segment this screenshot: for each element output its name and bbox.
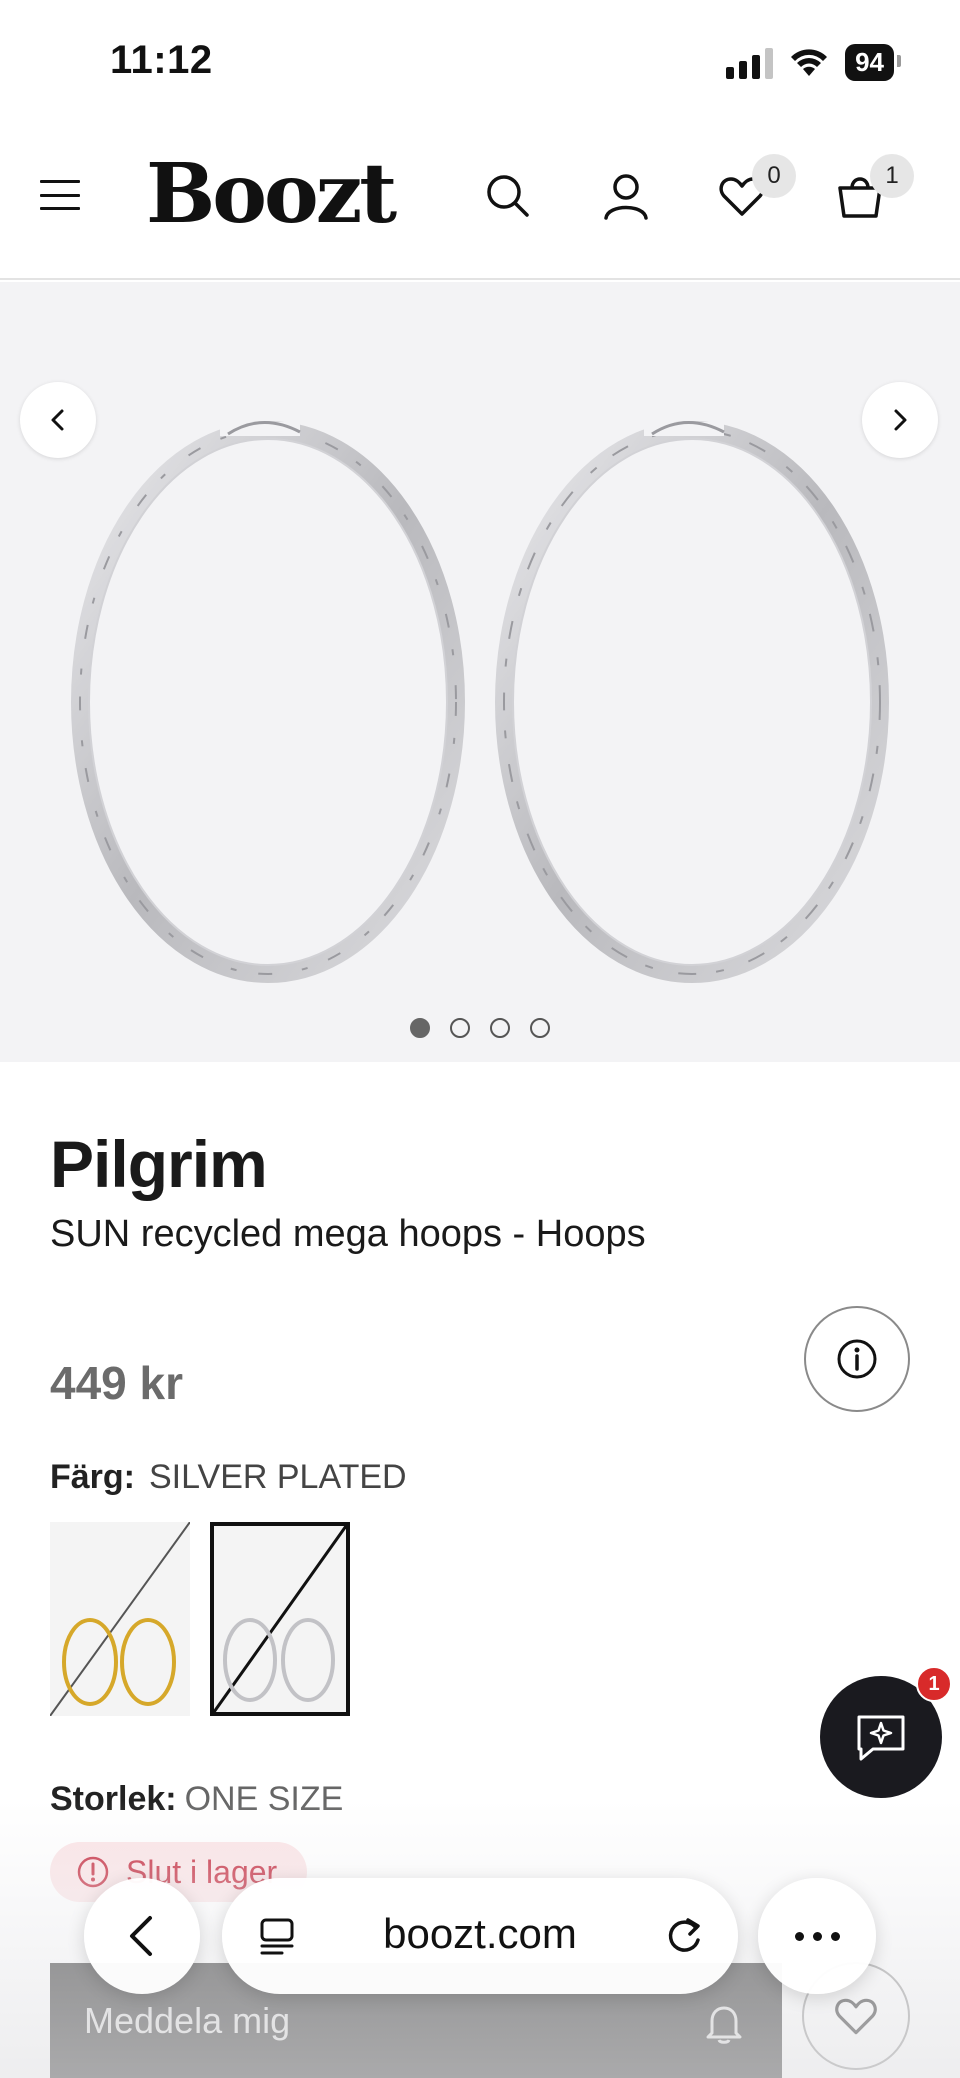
account-icon[interactable] (600, 170, 652, 222)
color-value: SILVER PLATED (149, 1458, 407, 1496)
cart-count-badge: 1 (870, 154, 914, 198)
browser-more-button[interactable] (758, 1878, 876, 1994)
gallery-dot[interactable] (490, 1018, 510, 1038)
bell-icon (706, 2006, 742, 2044)
search-icon[interactable] (482, 170, 534, 222)
gallery-pagination (0, 1018, 960, 1038)
status-bar: 11:12 94 (0, 0, 960, 120)
product-info-button[interactable] (804, 1306, 910, 1412)
status-time: 11:12 (110, 38, 213, 82)
more-dot (812, 1931, 822, 1941)
battery-icon: 94 (845, 44, 901, 81)
color-swatch-silver[interactable] (210, 1522, 350, 1716)
chevron-left-icon (51, 409, 64, 431)
info-icon (837, 1339, 877, 1379)
chat-sparkle-icon (857, 1715, 905, 1761)
wishlist-count-badge: 0 (752, 154, 796, 198)
notify-me-label: Meddela mig (84, 1999, 291, 2041)
product-image (71, 421, 889, 983)
url-text[interactable]: boozt.com (222, 1910, 738, 1958)
gallery-next-button[interactable] (862, 382, 938, 458)
size-label: Storlek: (50, 1780, 177, 1818)
gallery-prev-button[interactable] (20, 382, 96, 458)
heart-icon (835, 1998, 877, 2035)
color-selector-label: Färg: SILVER PLATED (50, 1458, 407, 1497)
chevron-right-icon (894, 409, 907, 431)
product-price: 449 kr (50, 1357, 184, 1409)
site-header: Boozt 0 1 (0, 120, 960, 280)
product-name: SUN recycled mega hoops - Hoops (50, 1213, 646, 1255)
size-selector-label: Storlek: ONE SIZE (50, 1780, 343, 1819)
menu-icon[interactable] (40, 180, 80, 210)
product-brand[interactable]: Pilgrim (50, 1126, 268, 1202)
silver-hoops-thumbnail (214, 1526, 346, 1712)
boozt-logo[interactable]: Boozt (146, 146, 397, 242)
cellular-signal-icon (726, 47, 774, 79)
alert-icon (77, 1856, 109, 1888)
product-image-gallery[interactable] (0, 282, 960, 1062)
browser-address-bar[interactable]: boozt.com (222, 1878, 738, 1994)
chevron-left-icon (130, 1916, 152, 1956)
gallery-dot[interactable] (530, 1018, 550, 1038)
status-indicators: 94 (726, 44, 901, 81)
reload-icon[interactable] (662, 1914, 706, 1958)
more-dot (830, 1931, 840, 1941)
chat-notification-badge: 1 (916, 1666, 952, 1702)
color-label: Färg: (50, 1458, 135, 1496)
browser-back-button[interactable] (84, 1878, 200, 1994)
size-value: ONE SIZE (184, 1780, 344, 1818)
gallery-dot[interactable] (450, 1018, 470, 1038)
gallery-dot[interactable] (410, 1018, 430, 1038)
wifi-icon (791, 48, 828, 76)
color-swatch-gold[interactable] (50, 1522, 190, 1716)
more-dot (794, 1931, 804, 1941)
gold-hoops-thumbnail (50, 1522, 190, 1716)
